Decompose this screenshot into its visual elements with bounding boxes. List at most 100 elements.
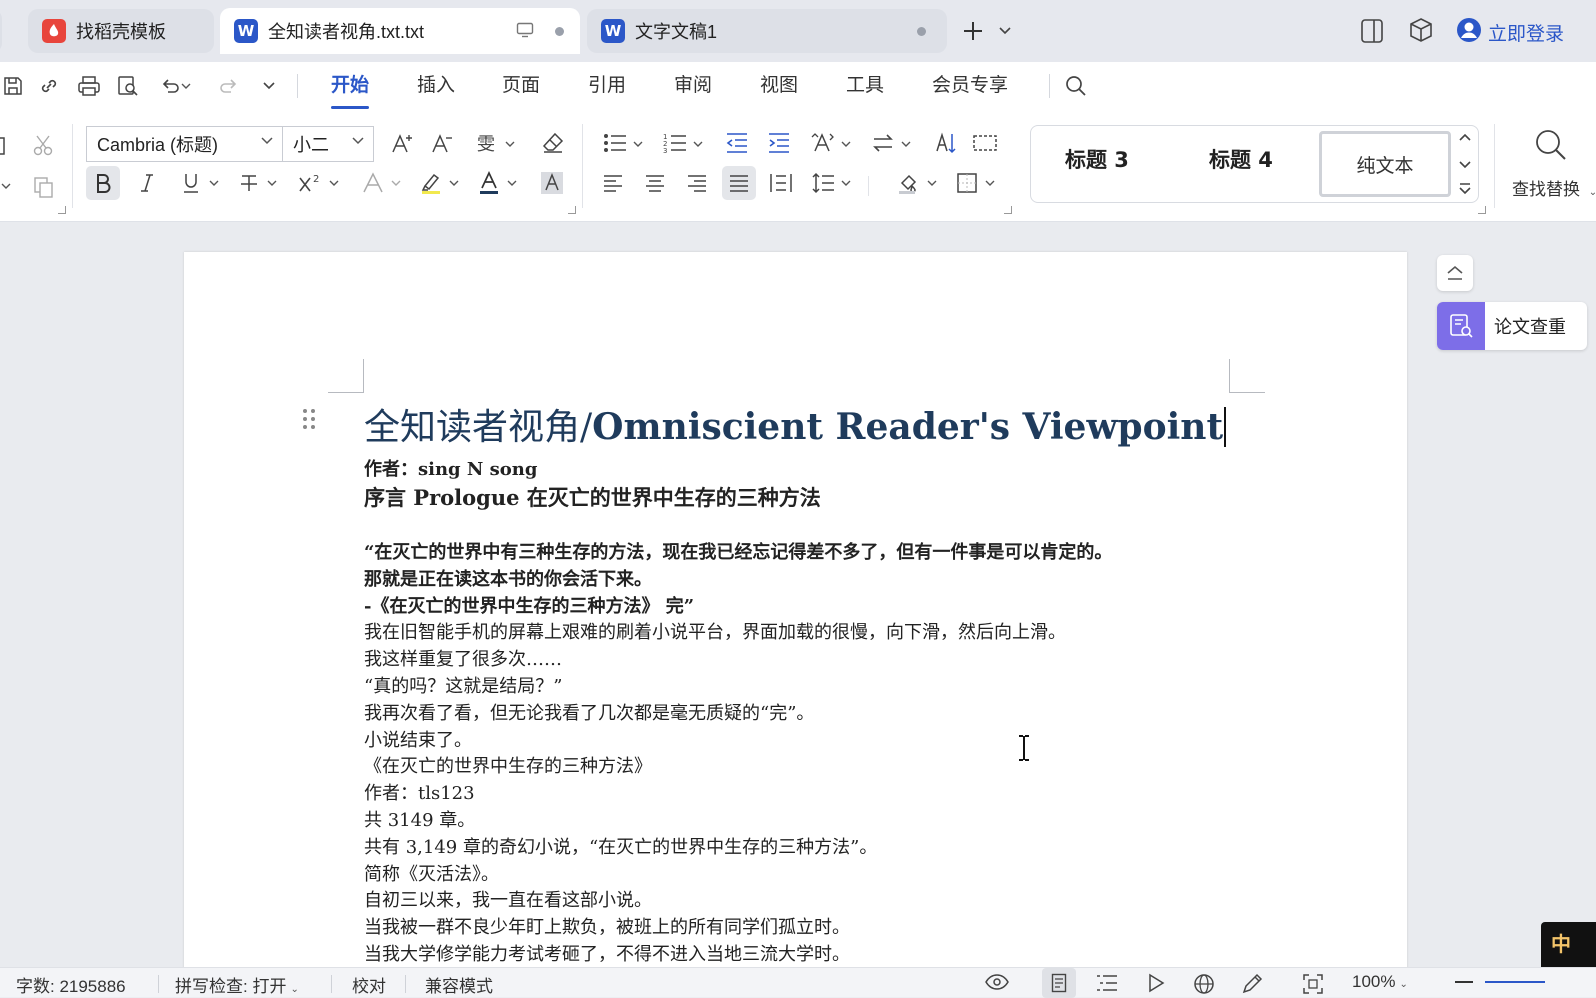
bullet-list-icon[interactable] [600, 128, 630, 158]
print-preview-icon[interactable] [113, 71, 143, 101]
convert-icon[interactable] [868, 128, 898, 158]
link-icon[interactable] [34, 71, 64, 101]
unsaved-dot-icon[interactable] [917, 27, 926, 36]
phonetic-chevron-down-icon[interactable] [504, 138, 516, 150]
font-name-select[interactable]: Cambria (标题) [86, 126, 283, 162]
document-line[interactable]: 共 3149 章。 [364, 806, 475, 832]
document-line[interactable]: 作者：sing N song [364, 455, 537, 481]
font-color-chevron-down-icon[interactable] [506, 176, 518, 190]
redo-icon[interactable] [214, 71, 244, 101]
document-line[interactable]: 共有 3,149 章的奇幻小说，“在灭亡的世界中生存的三种方法”。 [364, 833, 877, 859]
show-marks-icon[interactable] [970, 128, 1000, 158]
align-center-icon[interactable] [640, 168, 670, 198]
pen-icon[interactable] [1241, 973, 1263, 995]
document-title[interactable]: 全知读者视角/Omniscient Reader's Viewpoint [364, 398, 1227, 450]
menu-home[interactable]: 开始 [331, 71, 370, 109]
zoom-level-select[interactable]: 100% ⌄ [1352, 972, 1408, 992]
group-expand-icon[interactable] [1004, 206, 1012, 214]
document-line[interactable]: 当我大学修学能力考试考砸了，不得不进入当地三流大学时。 [364, 940, 850, 966]
font-color-icon[interactable] [472, 166, 506, 200]
document-line[interactable]: 作者：tls123 [364, 779, 475, 805]
text-direction-chevron-down-icon[interactable] [840, 138, 852, 150]
menu-tools[interactable]: 工具 [846, 71, 884, 101]
fit-page-icon[interactable] [1302, 973, 1324, 995]
menu-references[interactable]: 引用 [588, 71, 626, 101]
cube-icon[interactable] [1408, 17, 1434, 43]
tab-document-active[interactable]: W 全知读者视角.txt.txt [220, 8, 580, 54]
proofread-button[interactable]: 校对 [352, 972, 386, 997]
group-expand-icon[interactable] [1478, 206, 1486, 214]
increase-font-size-icon[interactable] [388, 128, 418, 158]
document-line[interactable]: 我在旧智能手机的屏幕上艰难的刷着小说平台，界面加载的很慢，向下滑，然后向上滑。 [364, 618, 1066, 644]
drag-handle-icon[interactable] [302, 408, 316, 430]
superscript-button[interactable]: 2 [294, 166, 328, 200]
numbered-list-icon[interactable]: 123 [660, 128, 690, 158]
copy-icon[interactable] [28, 172, 58, 202]
panel-layout-icon[interactable] [1360, 18, 1384, 44]
user-avatar-icon[interactable] [1456, 17, 1482, 43]
paste-icon[interactable] [0, 134, 10, 158]
bullet-chevron-down-icon[interactable] [632, 138, 644, 150]
search-icon[interactable] [1061, 71, 1091, 101]
paper-check-button[interactable]: 论文查重 [1437, 302, 1587, 350]
eye-protection-icon[interactable] [985, 974, 1009, 990]
new-tab-plus-icon[interactable] [961, 19, 985, 43]
text-direction-icon[interactable] [808, 128, 838, 158]
tab-document-2[interactable]: W 文字文稿1 [587, 9, 947, 53]
styles-expand-icon[interactable] [1458, 183, 1472, 195]
style-heading-3[interactable]: 标题 3 [1065, 144, 1129, 174]
document-line[interactable]: “在灭亡的世界中有三种生存的方法，现在我已经忘记得差不多了，但有一件事是可以肯定… [364, 538, 1112, 564]
document-line[interactable]: 那就是正在读这本书的你会活下来。 [364, 565, 652, 591]
decrease-indent-icon[interactable] [722, 128, 752, 158]
collapse-panel-button[interactable] [1437, 255, 1473, 291]
styles-scroll-down-icon[interactable] [1458, 160, 1472, 170]
web-view-globe-icon[interactable] [1193, 973, 1215, 995]
group-expand-icon[interactable] [568, 206, 576, 214]
undo-chevron-down-icon[interactable] [178, 71, 194, 101]
find-replace-search-icon[interactable] [1534, 128, 1568, 162]
cut-icon[interactable] [28, 130, 58, 160]
shading-fill-icon[interactable] [894, 168, 924, 198]
bold-button[interactable] [86, 166, 120, 200]
spell-check-toggle[interactable]: 拼写检查: 打开 ⌄ [175, 972, 299, 997]
word-count[interactable]: 字数: 2195886 [16, 972, 126, 997]
strikethrough-chevron-down-icon[interactable] [266, 176, 278, 190]
clear-format-eraser-icon[interactable] [538, 128, 568, 158]
text-effects-chevron-down-icon[interactable] [390, 176, 402, 190]
increase-indent-icon[interactable] [764, 128, 794, 158]
document-canvas[interactable]: 全知读者视角/Omniscient Reader's Viewpoint 作者：… [0, 222, 1596, 967]
document-page[interactable]: 全知读者视角/Omniscient Reader's Viewpoint 作者：… [184, 252, 1407, 967]
tab-overflow[interactable] [0, 9, 2, 53]
ime-indicator[interactable]: 中 [1541, 922, 1596, 967]
document-line[interactable]: 简称《灭活法》。 [364, 860, 499, 886]
menu-insert[interactable]: 插入 [417, 71, 455, 101]
more-chevron-down-icon[interactable] [254, 71, 284, 101]
strikethrough-button[interactable] [232, 166, 266, 200]
font-size-select[interactable]: 小二 [282, 126, 374, 162]
menu-member[interactable]: 会员专享 [932, 71, 1008, 101]
tab-list-chevron-down-icon[interactable] [998, 26, 1012, 36]
page-view-icon[interactable] [1042, 968, 1076, 998]
document-line[interactable]: 当我被一群不良少年盯上欺负，被班上的所有同学们孤立时。 [364, 913, 850, 939]
line-spacing-chevron-down-icon[interactable] [840, 176, 852, 190]
print-icon[interactable] [74, 71, 104, 101]
paste-chevron-down-icon[interactable] [0, 176, 12, 196]
character-shading-icon[interactable] [538, 168, 566, 198]
play-icon[interactable] [1147, 973, 1165, 993]
underline-chevron-down-icon[interactable] [208, 176, 220, 190]
document-line[interactable]: 序言 Prologue 在灭亡的世界中生存的三种方法 [364, 482, 821, 512]
menu-review[interactable]: 审阅 [674, 71, 712, 101]
highlight-color-icon[interactable] [414, 166, 448, 200]
decrease-font-size-icon[interactable] [428, 128, 458, 158]
text-effects-icon[interactable] [356, 166, 390, 200]
monitor-icon[interactable] [516, 22, 534, 38]
unsaved-dot-icon[interactable] [555, 27, 564, 36]
shading-chevron-down-icon[interactable] [926, 176, 938, 190]
document-line[interactable]: “真的吗？这就是结局？” [364, 672, 562, 698]
highlight-chevron-down-icon[interactable] [448, 176, 460, 190]
styles-scroll-up-icon[interactable] [1458, 132, 1472, 142]
phonetic-guide-icon[interactable]: 雯 [474, 128, 504, 158]
document-line[interactable]: 小说结束了。 [364, 726, 472, 752]
numbering-chevron-down-icon[interactable] [692, 138, 704, 150]
borders-chevron-down-icon[interactable] [984, 176, 996, 190]
